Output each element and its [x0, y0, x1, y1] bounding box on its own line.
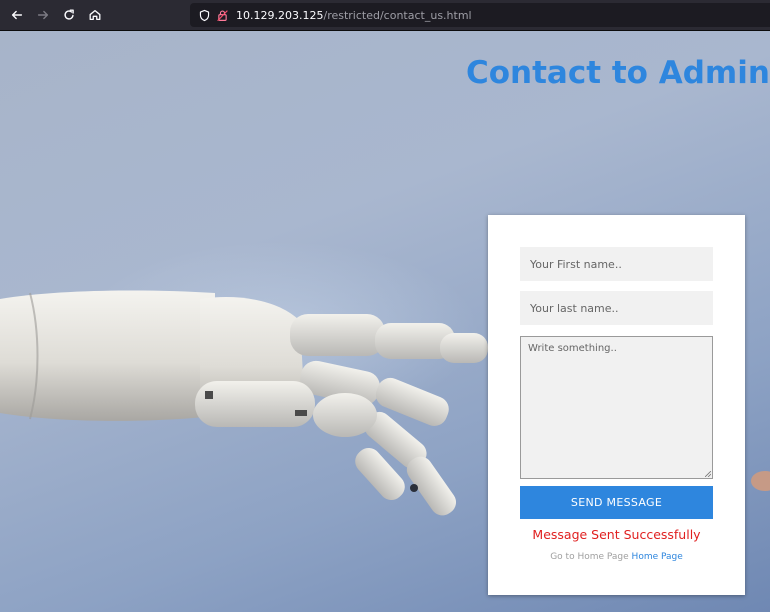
last-name-input[interactable] [520, 291, 713, 325]
reload-icon [64, 9, 74, 20]
forward-arrow-icon [37, 10, 49, 20]
first-name-input[interactable] [520, 247, 713, 281]
reload-button[interactable] [57, 3, 81, 27]
page-title: Contact to Admin [466, 55, 770, 91]
page-viewport: Contact to Admin SEND MESSAGE Message Se… [0, 31, 770, 612]
contact-form-card: SEND MESSAGE Message Sent Successfully G… [488, 215, 745, 595]
forward-button[interactable] [31, 3, 55, 27]
back-arrow-icon [11, 10, 23, 20]
url-bar[interactable]: 10.129.203.125/restricted/contact_us.htm… [190, 3, 770, 27]
url-text[interactable]: 10.129.203.125/restricted/contact_us.htm… [236, 9, 472, 22]
send-message-button[interactable]: SEND MESSAGE [520, 486, 713, 519]
shield-icon[interactable] [196, 7, 212, 23]
resize-grip-icon[interactable] [705, 471, 711, 477]
browser-toolbar: 10.129.203.125/restricted/contact_us.htm… [0, 0, 770, 31]
message-textarea[interactable] [520, 336, 713, 479]
home-prompt-text: Go to Home Page [550, 552, 629, 562]
url-host: 10.129.203.125 [236, 8, 324, 22]
back-button[interactable] [5, 3, 29, 27]
home-icon [89, 9, 101, 21]
home-button[interactable] [83, 3, 107, 27]
insecure-lock-icon[interactable] [214, 7, 230, 23]
url-path: /restricted/contact_us.html [323, 8, 472, 22]
status-message: Message Sent Successfully [532, 527, 701, 542]
home-link-line: Go to Home Page Home Page [488, 552, 745, 562]
home-page-link[interactable]: Home Page [632, 552, 683, 562]
